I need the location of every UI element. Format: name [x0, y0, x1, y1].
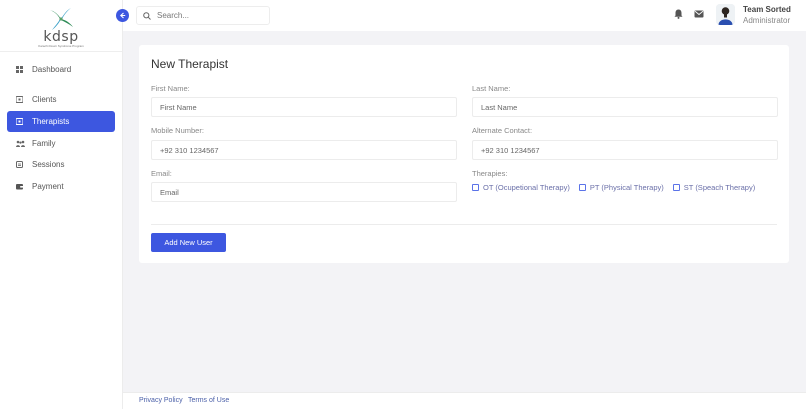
search-input[interactable]: [157, 11, 257, 20]
arrow-left-icon: [119, 12, 126, 19]
family-icon: [16, 140, 25, 147]
sidebar-item-label: Sessions: [32, 160, 65, 169]
user-avatar-icon: [716, 4, 735, 25]
divider: [151, 224, 777, 225]
privacy-policy-link[interactable]: Privacy Policy: [139, 397, 183, 404]
logo-text: kdsp: [43, 29, 79, 45]
sidebar-item-clients[interactable]: Clients: [7, 89, 115, 110]
avatar[interactable]: [716, 4, 735, 25]
therapies-label: Therapies:: [472, 169, 508, 178]
terms-of-use-link[interactable]: Terms of Use: [188, 397, 229, 404]
checkbox-label: OT (Ocupetional Therapy): [483, 183, 570, 192]
sidebar-item-family[interactable]: Family: [7, 133, 115, 154]
checkbox[interactable]: [472, 184, 479, 191]
sidebar-item-label: Dashboard: [32, 65, 72, 74]
sidebar: kdsp Karachi Down Syndrome Program Dashb…: [0, 0, 123, 409]
email-field[interactable]: [151, 182, 457, 202]
checkbox-label: ST (Speach Therapy): [683, 183, 756, 192]
payment-icon: [16, 184, 23, 190]
sidebar-item-therapists[interactable]: Therapists: [7, 111, 115, 132]
sidebar-item-label: Payment: [32, 182, 64, 191]
search-icon: [143, 11, 151, 20]
therapy-option-st[interactable]: ST (Speach Therapy): [672, 183, 756, 192]
therapy-option-pt[interactable]: PT (Physical Therapy): [578, 183, 664, 192]
therapy-option-ot[interactable]: OT (Ocupetional Therapy): [472, 183, 570, 192]
therapies-checkbox-group: OT (Ocupetional Therapy) PT (Physical Th…: [472, 183, 764, 192]
last-name-field[interactable]: [472, 97, 778, 117]
user-name: Team Sorted: [743, 5, 791, 14]
logo[interactable]: kdsp Karachi Down Syndrome Program: [0, 0, 122, 52]
add-new-user-button[interactable]: Add New User: [151, 233, 226, 252]
first-name-field[interactable]: [151, 97, 457, 117]
sidebar-item-label: Family: [32, 139, 56, 148]
sessions-icon: [16, 161, 23, 168]
sidebar-item-payment[interactable]: Payment: [7, 176, 115, 197]
sidebar-item-sessions[interactable]: Sessions: [7, 154, 115, 175]
topbar: Team Sorted Administrator: [116, 0, 806, 31]
page-title: New Therapist: [151, 57, 229, 71]
sidebar-item-label: Clients: [32, 95, 57, 104]
mobile-number-label: Mobile Number:: [151, 126, 204, 135]
search-box[interactable]: [136, 6, 270, 25]
logo-subtitle: Karachi Down Syndrome Program: [38, 44, 84, 48]
collapse-sidebar-button[interactable]: [116, 9, 129, 22]
sidebar-item-dashboard[interactable]: Dashboard: [7, 59, 115, 80]
clients-icon: [16, 96, 23, 103]
checkbox-label: PT (Physical Therapy): [589, 183, 664, 192]
checkbox[interactable]: [578, 184, 586, 191]
bell-icon[interactable]: [674, 9, 683, 19]
email-label: Email:: [151, 169, 172, 178]
first-name-label: First Name:: [151, 84, 190, 93]
alternate-contact-field[interactable]: [472, 140, 778, 160]
grid-icon: [16, 66, 23, 73]
sidebar-item-label: Therapists: [32, 117, 70, 126]
alternate-contact-label: Alternate Contact:: [472, 126, 533, 135]
mobile-number-field[interactable]: [151, 140, 457, 160]
user-role: Administrator: [743, 16, 791, 25]
last-name-label: Last Name:: [472, 84, 511, 93]
checkbox[interactable]: [672, 184, 680, 191]
mail-icon[interactable]: [694, 10, 704, 18]
footer: Privacy Policy Terms of Use: [123, 392, 806, 409]
new-therapist-card: New Therapist First Name: Last Name: Mob…: [139, 45, 789, 263]
therapist-icon: [16, 118, 23, 125]
